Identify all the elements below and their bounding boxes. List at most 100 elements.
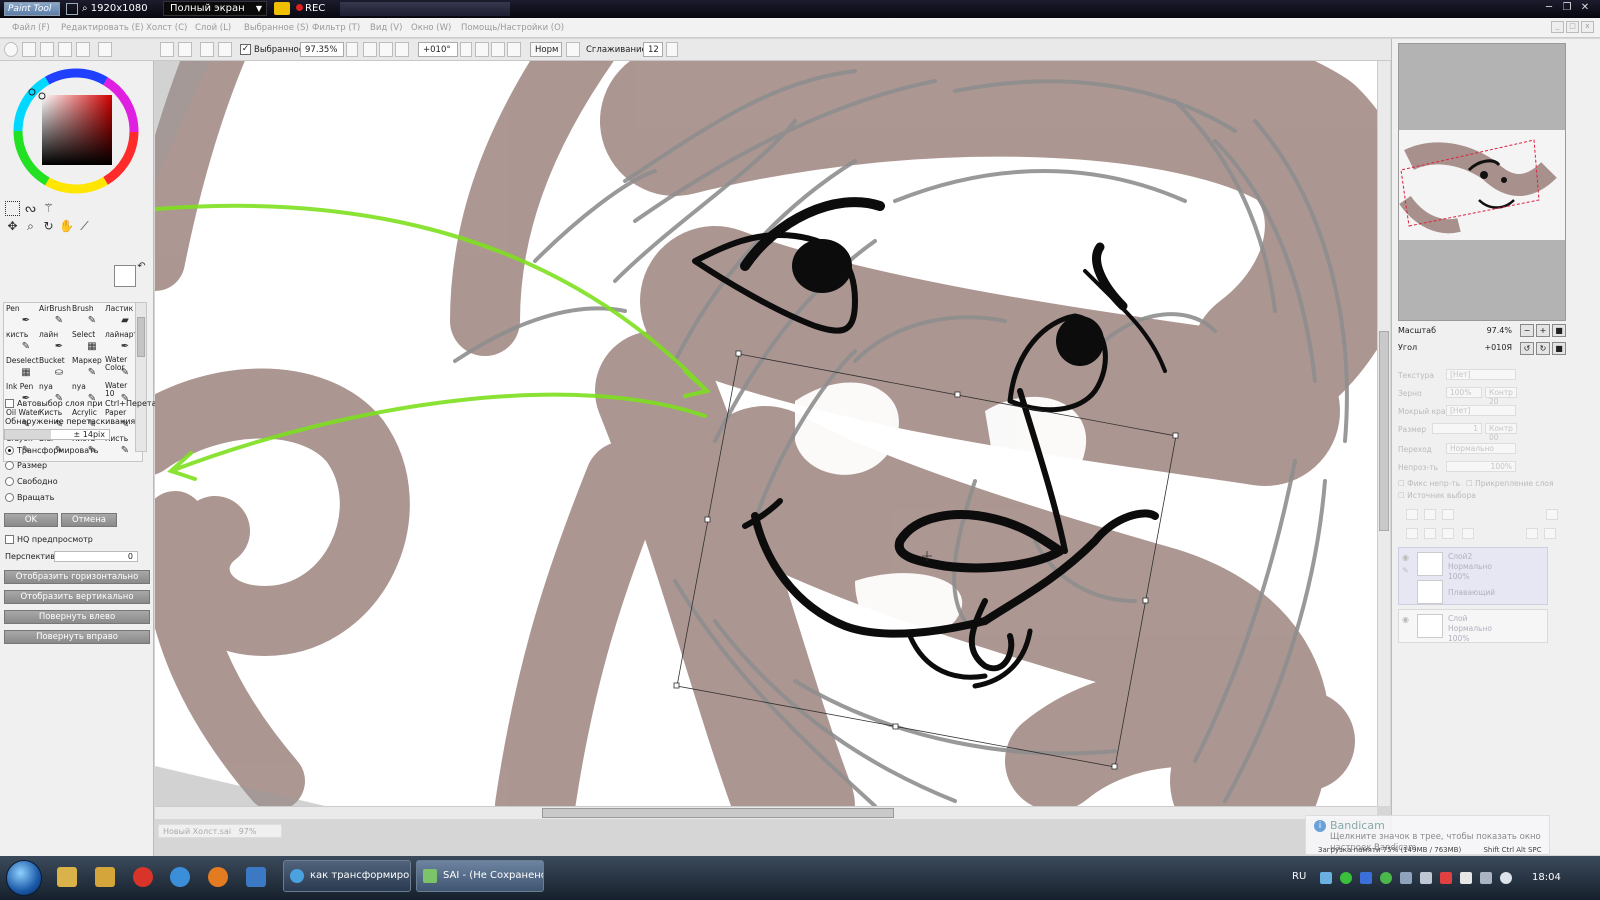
- nav-rotate-left-icon[interactable]: ↺: [1520, 342, 1534, 355]
- angle-dropdown-icon[interactable]: [460, 42, 472, 57]
- clock[interactable]: 18:04: [1532, 872, 1561, 883]
- autoselect-checkbox[interactable]: [5, 399, 14, 408]
- pencil-icon[interactable]: ✎: [1402, 566, 1409, 575]
- color-wheel-toggle-icon[interactable]: [4, 42, 18, 57]
- tray-power-icon[interactable]: [1480, 872, 1492, 884]
- clip-layer-option[interactable]: ☐ Прикрепление слоя: [1466, 479, 1553, 488]
- tray-display-icon[interactable]: [1400, 872, 1412, 884]
- horizontal-scroll-thumb[interactable]: [542, 808, 894, 818]
- document-tab[interactable]: Новый Холст.sai 97%: [158, 824, 282, 838]
- flip-view-icon[interactable]: [566, 42, 580, 57]
- swap-colors-icon[interactable]: ↶: [134, 259, 149, 274]
- opera-icon[interactable]: [133, 867, 153, 887]
- rotate-icon[interactable]: ↻: [41, 219, 56, 234]
- nav-rotate-reset-icon[interactable]: ■: [1552, 342, 1566, 355]
- new-folder-icon[interactable]: [1442, 509, 1454, 520]
- brush-brush[interactable]: Brush ✎: [70, 303, 103, 329]
- rotate-right-button[interactable]: Повернуть вправо: [4, 630, 150, 644]
- ok-button[interactable]: OK: [4, 513, 58, 527]
- brush-deselect[interactable]: Deselect ▦: [4, 355, 39, 381]
- brush-bucket[interactable]: Bucket ⛀: [37, 355, 70, 381]
- tray-flag-icon[interactable]: [1460, 872, 1472, 884]
- mdi-close-icon[interactable]: x: [1581, 21, 1594, 33]
- menu-help[interactable]: Помощь/Настройки (O): [461, 23, 564, 33]
- app-icon[interactable]: [246, 867, 266, 887]
- hq-preview-checkbox[interactable]: [5, 535, 14, 544]
- media-icon[interactable]: [95, 867, 115, 887]
- undo-icon[interactable]: [160, 42, 174, 57]
- opacity-field[interactable]: 100%: [1446, 461, 1516, 472]
- brush-lineart[interactable]: лайнарт ✒: [103, 329, 138, 355]
- swatch-toggle-icon[interactable]: [58, 42, 72, 57]
- stabilizer-field[interactable]: 12: [643, 42, 663, 57]
- rotate-right-icon[interactable]: [491, 42, 505, 57]
- menu-window[interactable]: Окно (W): [411, 23, 451, 33]
- brush-scrollbar-thumb[interactable]: [137, 317, 145, 357]
- selection-checkbox[interactable]: ✓: [240, 44, 251, 55]
- brush-lain[interactable]: лайн ✒: [37, 329, 70, 355]
- contrast-field-b[interactable]: Контр 00: [1485, 423, 1517, 442]
- tray-volume-icon[interactable]: [1500, 872, 1512, 884]
- menu-selection[interactable]: Выбранное (S): [244, 23, 309, 33]
- flip-vertical-button[interactable]: Отобразить вертикально: [4, 590, 150, 604]
- navigator-preview[interactable]: [1398, 43, 1566, 321]
- nav-rotate-right-icon[interactable]: ↻: [1536, 342, 1550, 355]
- eye-icon[interactable]: ◉: [1402, 553, 1409, 562]
- fix-opacity-option[interactable]: ☐ Фикс непр-ть: [1398, 479, 1460, 488]
- tray-monitor-icon[interactable]: [1420, 872, 1432, 884]
- zoom-reset-icon[interactable]: [395, 42, 409, 57]
- explorer-icon[interactable]: [57, 867, 77, 887]
- menu-filter[interactable]: Фильтр (T): [312, 23, 360, 33]
- flip-horizontal-button[interactable]: Отобразить горизонтально: [4, 570, 150, 584]
- zoom-dropdown-icon[interactable]: [346, 42, 358, 57]
- mode-size[interactable]: Размер: [5, 461, 47, 470]
- eyedropper-icon[interactable]: ⟋: [77, 219, 92, 234]
- zoom-out-icon[interactable]: [363, 42, 377, 57]
- nav-zoom-in-icon[interactable]: +: [1536, 324, 1550, 337]
- hsv-slider-toggle-icon[interactable]: [40, 42, 54, 57]
- tray-bluetooth-icon[interactable]: [1360, 872, 1372, 884]
- mdi-minimize-icon[interactable]: _: [1551, 21, 1564, 33]
- task-browser[interactable]: как трансформиров...: [283, 860, 411, 892]
- contrast-field-a[interactable]: Контр 20: [1485, 387, 1517, 406]
- search-icon[interactable]: ⌕: [82, 3, 88, 14]
- layer-mask-icon[interactable]: [1526, 528, 1538, 539]
- zoom-field[interactable]: 97.35%: [300, 42, 344, 57]
- nav-zoom-reset-icon[interactable]: ■: [1552, 324, 1566, 337]
- firefox-icon[interactable]: [208, 867, 228, 887]
- camera-icon[interactable]: [274, 2, 290, 15]
- cancel-button[interactable]: Отмена: [61, 513, 117, 527]
- start-button[interactable]: [6, 860, 42, 896]
- task-sai[interactable]: SAI - (Не Сохранено...: [416, 860, 544, 892]
- brush-select[interactable]: Select ▦: [70, 329, 103, 355]
- detection-slider[interactable]: ± 14pix: [4, 429, 110, 440]
- brush-scrollbar[interactable]: [135, 302, 147, 452]
- move-icon[interactable]: ✥: [5, 219, 20, 234]
- nav-zoom-out-icon[interactable]: −: [1520, 324, 1534, 337]
- brush-watercolor[interactable]: Water Color ✎: [103, 355, 136, 381]
- tray-update-icon[interactable]: [1380, 872, 1392, 884]
- brush-airbrush[interactable]: AirBrush ✎: [37, 303, 71, 329]
- close-icon[interactable]: ✕: [1576, 2, 1594, 13]
- tray-alert-icon[interactable]: [1440, 872, 1452, 884]
- record-button[interactable]: REC: [296, 3, 325, 14]
- zoom-icon[interactable]: ⌕: [23, 219, 38, 234]
- hand-icon[interactable]: ✋: [59, 219, 74, 234]
- magic-wand-icon[interactable]: ⚚: [41, 201, 56, 216]
- mode-transform[interactable]: Трансформировать: [5, 446, 99, 455]
- menu-file[interactable]: Файл (F): [12, 23, 50, 33]
- minimize-icon[interactable]: ─: [1540, 2, 1558, 13]
- mode-free[interactable]: Свободно: [5, 477, 58, 486]
- drawing-canvas[interactable]: [155, 61, 1377, 806]
- menu-canvas[interactable]: Холст (C): [146, 23, 187, 33]
- maximize-icon[interactable]: ❐: [1558, 2, 1576, 13]
- foreground-color-swatch[interactable]: [114, 265, 136, 287]
- blend-mode-select[interactable]: Нормально: [1446, 443, 1516, 454]
- radio-transform[interactable]: [5, 446, 14, 455]
- deselect-icon[interactable]: [200, 42, 214, 57]
- layer-settings-icon[interactable]: [1546, 509, 1558, 520]
- mixer-toggle-icon[interactable]: [98, 42, 112, 57]
- clear-layer-icon[interactable]: [1442, 528, 1454, 539]
- texture-select[interactable]: [Нет]: [1446, 369, 1516, 380]
- delete-layer-icon[interactable]: [1462, 528, 1474, 539]
